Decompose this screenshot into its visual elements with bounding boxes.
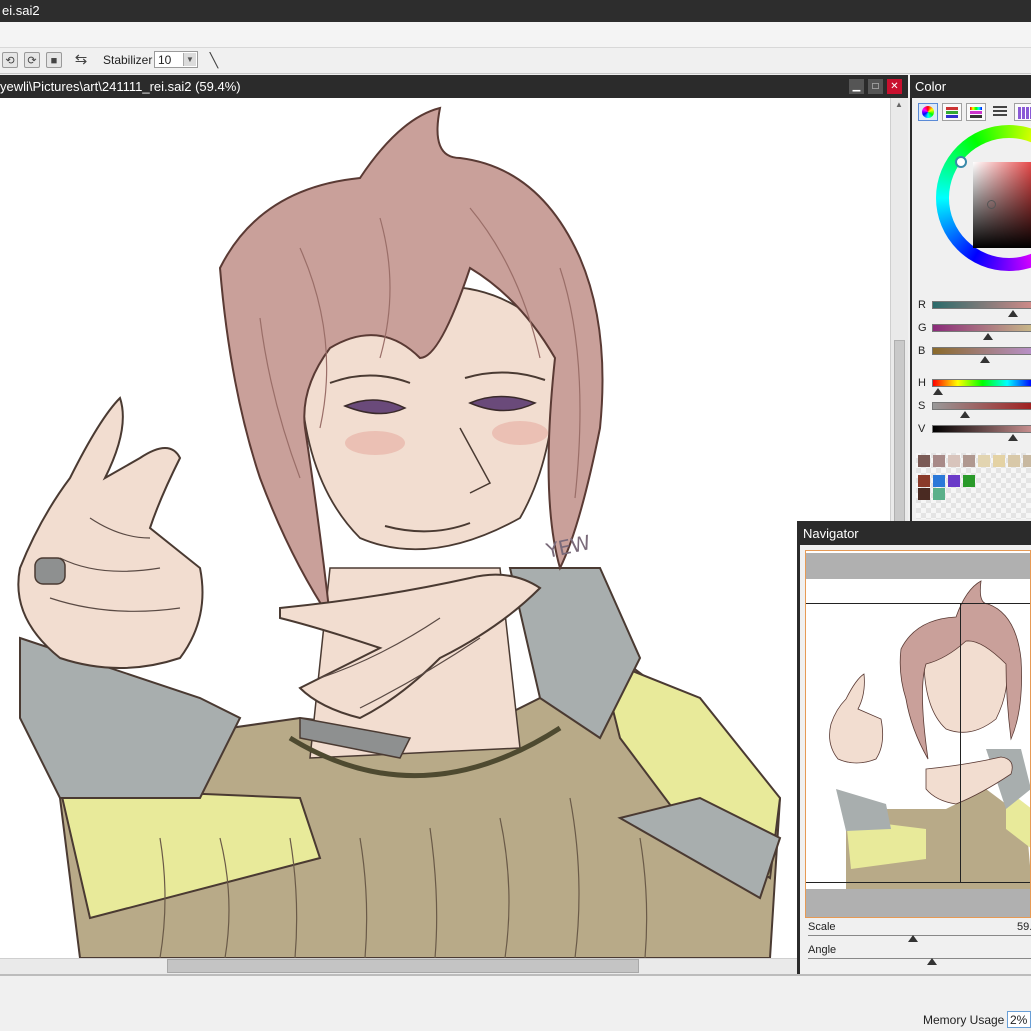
s-slider[interactable] — [932, 402, 1031, 410]
color-wheel-mode-icon[interactable] — [918, 103, 938, 121]
scale-value: 59. — [1017, 921, 1031, 933]
memory-usage-box: 2% — [1007, 1011, 1031, 1028]
color-swatch[interactable] — [933, 475, 945, 487]
navigator-title: Navigator — [803, 526, 859, 541]
toolbar: ⟲ ⟳ ■ ⇆ Stabilizer 10 ▼ ╲ — [0, 48, 1031, 74]
stabilizer-select[interactable]: 10 ▼ — [154, 51, 198, 68]
color-panel-header: Color — [912, 75, 1031, 98]
app-title: ei.sai2 — [2, 3, 40, 18]
chevron-down-icon[interactable]: ▼ — [183, 53, 196, 66]
hue-cursor[interactable] — [955, 156, 967, 168]
drawing-canvas[interactable]: YEW — [0, 98, 890, 958]
hsv-sliders-mode-icon[interactable] — [966, 103, 986, 121]
v-slider-thumb[interactable] — [1008, 434, 1018, 441]
swatch-grid-mode-icon[interactable] — [1014, 103, 1031, 121]
color-swatch[interactable] — [978, 455, 990, 467]
angle-slider[interactable] — [808, 958, 1031, 959]
navigator-preview[interactable] — [805, 550, 1031, 918]
document-title: yewli\Pictures\art\241111_rei.sai2 (59.4… — [0, 79, 241, 94]
straight-line-icon[interactable]: ╲ — [206, 52, 222, 68]
color-swatch[interactable] — [918, 455, 930, 467]
flip-horizontal-icon[interactable]: ⇆ — [73, 52, 89, 68]
rotate-left-icon[interactable]: ⟲ — [2, 52, 18, 68]
list-mode-icon[interactable] — [990, 103, 1010, 121]
stabilizer-label: Stabilizer — [103, 53, 153, 67]
maximize-icon[interactable]: □ — [868, 79, 883, 94]
color-cursor[interactable] — [987, 200, 996, 209]
close-icon[interactable]: ✕ — [887, 79, 902, 94]
b-slider-label: B — [918, 345, 926, 357]
memory-usage-value: 2% — [1010, 1013, 1028, 1027]
navigator-view-top-line — [806, 603, 1030, 604]
rgb-sliders-mode-icon[interactable] — [942, 103, 962, 121]
h-slider-label: H — [918, 377, 926, 389]
navigator-panel: Navigator Scale 59. Angle — [797, 521, 1031, 974]
swatch-palette[interactable] — [916, 453, 1031, 519]
r-slider[interactable] — [932, 301, 1031, 309]
g-slider[interactable] — [932, 324, 1031, 332]
angle-slider-thumb[interactable] — [927, 958, 937, 965]
scale-slider[interactable] — [808, 935, 1031, 936]
h-slider[interactable] — [932, 379, 1031, 387]
color-wheel[interactable] — [936, 125, 1031, 271]
scroll-up-icon[interactable]: ▲ — [894, 100, 904, 110]
document-title-bar: yewli\Pictures\art\241111_rei.sai2 (59.4… — [0, 75, 908, 98]
s-slider-thumb[interactable] — [960, 411, 970, 418]
horizontal-scrollbar[interactable] — [0, 958, 797, 974]
color-swatch[interactable] — [1008, 455, 1020, 467]
navigator-view-bottom-line — [806, 882, 1030, 883]
artwork: YEW — [17, 106, 782, 958]
h-slider-thumb[interactable] — [933, 388, 943, 395]
v-slider[interactable] — [932, 425, 1031, 433]
stabilizer-value: 10 — [158, 53, 172, 67]
minimize-icon[interactable]: ▁ — [849, 79, 864, 94]
color-swatch[interactable] — [918, 488, 930, 500]
navigator-header: Navigator — [800, 521, 1031, 545]
s-slider-label: S — [918, 400, 926, 412]
b-slider-thumb[interactable] — [980, 356, 990, 363]
color-swatch[interactable] — [963, 475, 975, 487]
color-swatch[interactable] — [963, 455, 975, 467]
scale-label: Scale — [808, 921, 836, 933]
app-title-bar: ei.sai2 — [0, 0, 1031, 22]
color-swatch[interactable] — [993, 455, 1005, 467]
saturation-value-square[interactable] — [973, 162, 1031, 248]
r-slider-label: R — [918, 299, 926, 311]
artist-signature: YEW — [543, 530, 593, 563]
scale-slider-thumb[interactable] — [908, 935, 918, 942]
status-bar: Memory Usage 2% — [0, 974, 1031, 1031]
color-panel-title: Color — [915, 79, 947, 94]
color-swatch[interactable] — [1023, 455, 1031, 467]
horizontal-scroll-thumb[interactable] — [167, 959, 639, 973]
g-slider-label: G — [918, 322, 927, 334]
navigator-thumbnail — [829, 580, 1030, 889]
rotate-right-icon[interactable]: ⟳ — [24, 52, 40, 68]
reset-rotation-icon[interactable]: ■ — [46, 52, 62, 68]
color-swatch[interactable] — [948, 455, 960, 467]
color-swatch[interactable] — [918, 475, 930, 487]
color-panel: Color R G B H S V — [910, 75, 1031, 521]
color-swatch[interactable] — [933, 488, 945, 500]
g-slider-thumb[interactable] — [983, 333, 993, 340]
r-slider-thumb[interactable] — [1008, 310, 1018, 317]
color-swatch[interactable] — [948, 475, 960, 487]
b-slider[interactable] — [932, 347, 1031, 355]
menu-bar — [0, 22, 1031, 48]
memory-usage-label: Memory Usage — [923, 1013, 1005, 1027]
angle-label: Angle — [808, 944, 837, 956]
navigator-view-center-line — [960, 603, 961, 883]
v-slider-label: V — [918, 423, 926, 435]
color-swatch[interactable] — [933, 455, 945, 467]
